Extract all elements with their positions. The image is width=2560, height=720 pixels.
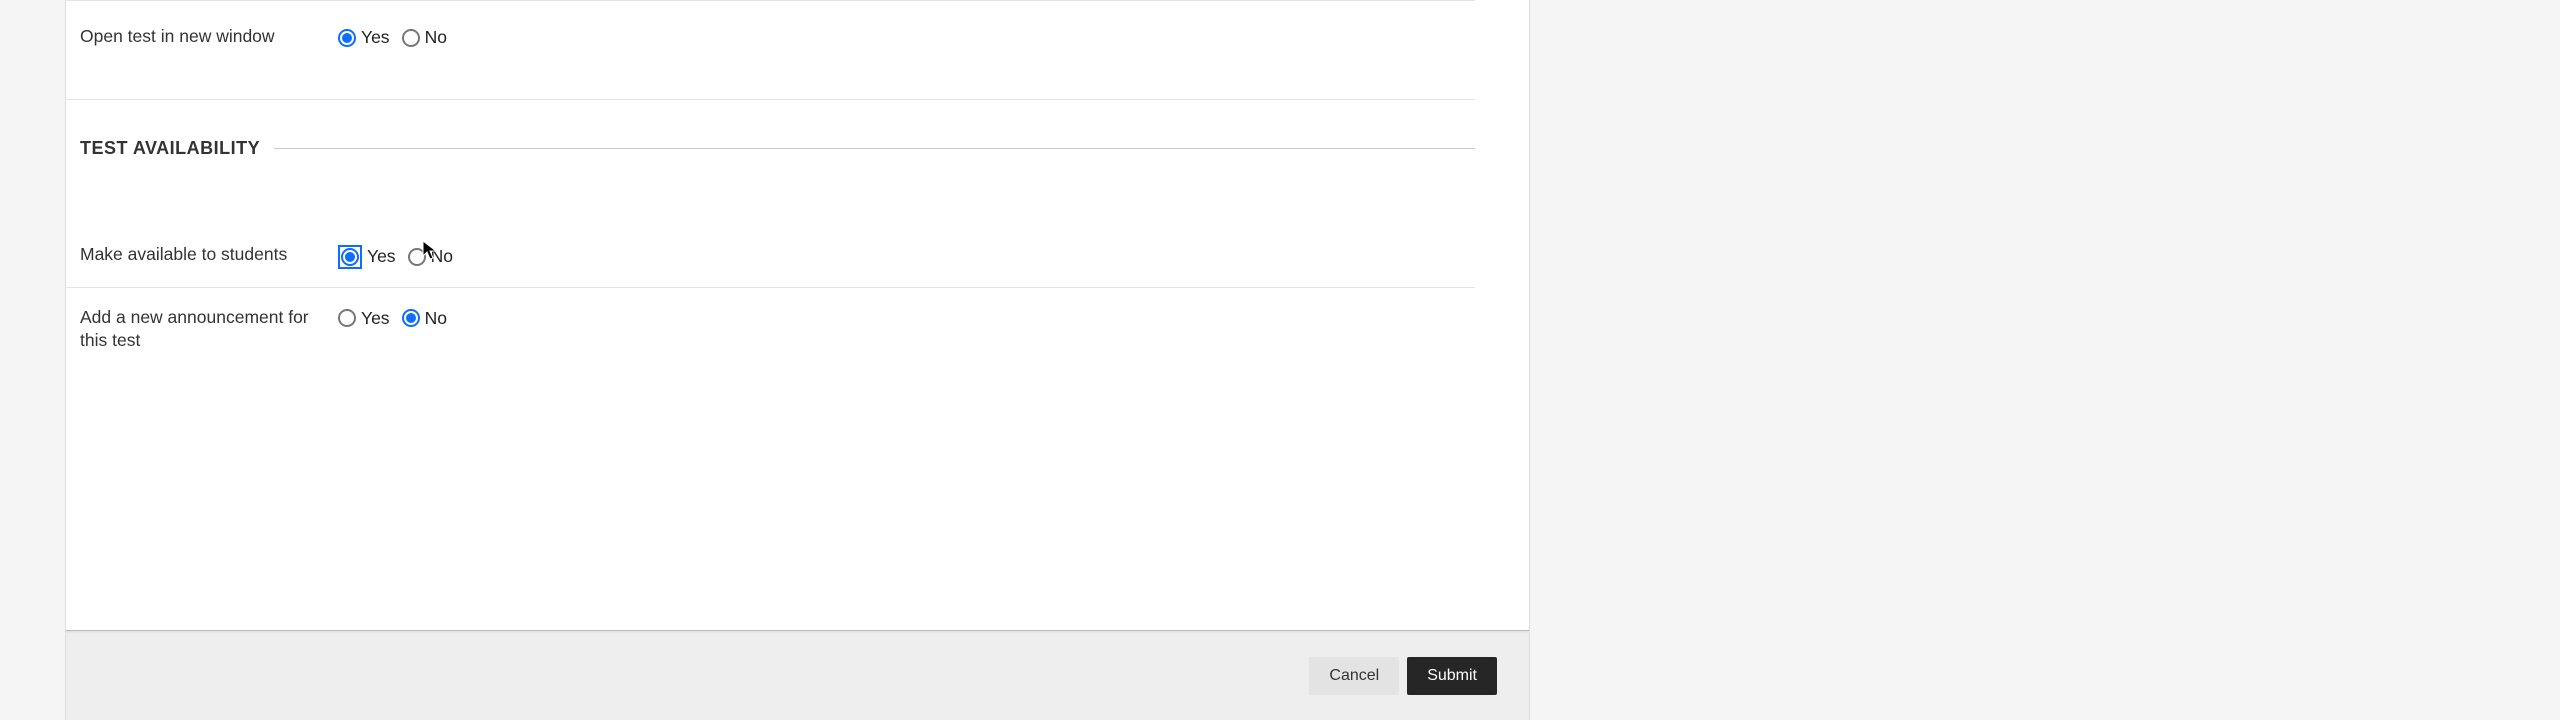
form-panel: Open test in new window Yes No TEST AVAI…	[65, 0, 1530, 720]
open-in-new-window-no-radio[interactable]	[402, 29, 420, 47]
make-available-yes-radio[interactable]	[341, 248, 359, 266]
add-announcement-yes-radio[interactable]	[338, 309, 356, 327]
footer-action-bar: Cancel Submit	[66, 630, 1529, 720]
add-announcement-no-radio[interactable]	[402, 309, 420, 327]
make-available-row: Make available to students Yes No	[66, 225, 1475, 288]
open-in-new-window-row: Open test in new window Yes No	[66, 0, 1475, 100]
option-yes-label: Yes	[361, 27, 390, 48]
option-no-label: No	[425, 308, 447, 329]
make-available-no-radio[interactable]	[408, 248, 426, 266]
cancel-button[interactable]: Cancel	[1309, 657, 1399, 695]
radio-focus-ring	[338, 245, 362, 269]
make-available-label: Make available to students	[80, 243, 338, 267]
submit-button[interactable]: Submit	[1407, 657, 1497, 695]
add-announcement-label: Add a new announcement for this test	[80, 306, 338, 353]
option-yes-label: Yes	[367, 246, 396, 267]
add-announcement-row: Add a new announcement for this test Yes…	[66, 288, 1475, 371]
test-availability-section: TEST AVAILABILITY	[66, 138, 1475, 159]
open-in-new-window-yes-radio[interactable]	[338, 29, 356, 47]
option-no-label: No	[431, 246, 453, 267]
section-title: TEST AVAILABILITY	[80, 138, 260, 159]
open-in-new-window-label: Open test in new window	[80, 25, 338, 49]
section-divider	[274, 148, 1475, 149]
option-yes-label: Yes	[361, 308, 390, 329]
option-no-label: No	[425, 27, 447, 48]
